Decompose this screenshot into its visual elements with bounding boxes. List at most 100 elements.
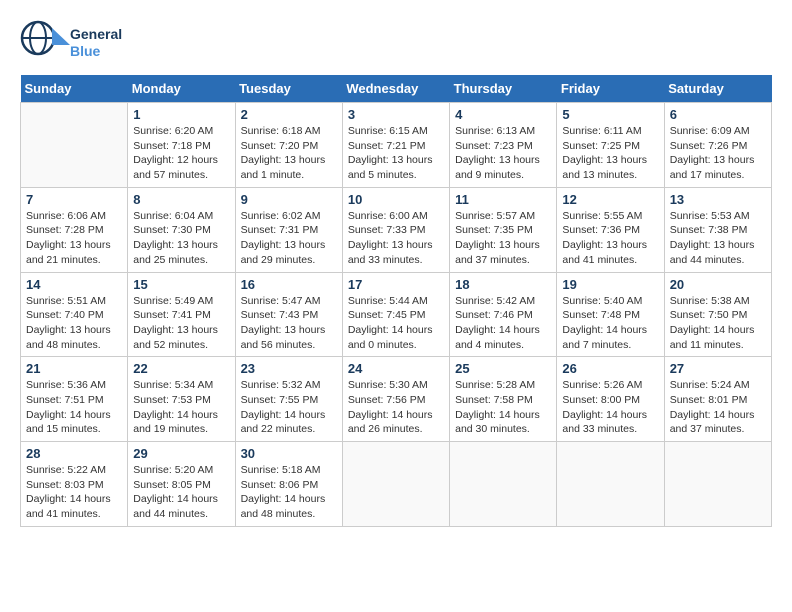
day-number: 26: [562, 361, 658, 376]
day-cell: [450, 442, 557, 527]
day-info: Sunrise: 5:26 AM Sunset: 8:00 PM Dayligh…: [562, 378, 658, 437]
day-cell: 17Sunrise: 5:44 AM Sunset: 7:45 PM Dayli…: [342, 272, 449, 357]
day-number: 15: [133, 277, 229, 292]
day-cell: 24Sunrise: 5:30 AM Sunset: 7:56 PM Dayli…: [342, 357, 449, 442]
week-row-4: 21 Sunrise: 5:36 AM Sunset: 7:51 PM Dayli…: [21, 357, 772, 442]
col-header-tuesday: Tuesday: [235, 75, 342, 103]
col-header-monday: Monday: [128, 75, 235, 103]
day-cell: 3 Sunrise: 6:15 AM Sunset: 7:21 PM Daylig…: [342, 103, 449, 188]
day-cell: 2Sunrise: 6:18 AM Sunset: 7:20 PM Daylig…: [235, 103, 342, 188]
day-info: Sunrise: 6:06 AM Sunset: 7:28 PM Dayligh…: [26, 209, 122, 268]
day-cell: 26 Sunrise: 5:26 AM Sunset: 8:00 PM Dayli…: [557, 357, 664, 442]
day-info: Sunrise: 5:28 AM Sunset: 7:58 PM Dayligh…: [455, 378, 551, 437]
day-info: Sunrise: 5:22 AM Sunset: 8:03 PM Dayligh…: [26, 463, 122, 522]
day-number: 5: [562, 107, 658, 122]
day-cell: 23 Sunrise: 5:32 AM Sunset: 7:55 PM Dayli…: [235, 357, 342, 442]
logo: GeneralBlue: [20, 20, 122, 65]
day-number: 30: [241, 446, 337, 461]
day-cell: 8 Sunrise: 6:04 AM Sunset: 7:30 PM Daylig…: [128, 187, 235, 272]
day-number: 8: [133, 192, 229, 207]
page-header: GeneralBlue: [20, 20, 772, 65]
day-info: Sunrise: 5:38 AM Sunset: 7:50 PM Dayligh…: [670, 294, 766, 353]
day-cell: 21 Sunrise: 5:36 AM Sunset: 7:51 PM Dayli…: [21, 357, 128, 442]
day-info: Sunrise: 5:55 AM Sunset: 7:36 PM Dayligh…: [562, 209, 658, 268]
day-number: 6: [670, 107, 766, 122]
day-cell: 16 Sunrise: 5:47 AM Sunset: 7:43 PM Dayli…: [235, 272, 342, 357]
day-number: 29: [133, 446, 229, 461]
day-number: 11: [455, 192, 551, 207]
day-number: 28: [26, 446, 122, 461]
day-cell: 20 Sunrise: 5:38 AM Sunset: 7:50 PM Dayli…: [664, 272, 771, 357]
day-number: 3: [348, 107, 444, 122]
day-info: Sunrise: 5:18 AM Sunset: 8:06 PM Dayligh…: [241, 463, 337, 522]
day-info: Sunrise: 5:42 AM Sunset: 7:46 PM Dayligh…: [455, 294, 551, 353]
col-header-saturday: Saturday: [664, 75, 771, 103]
day-number: 1: [133, 107, 229, 122]
header-row: SundayMondayTuesdayWednesdayThursdayFrid…: [21, 75, 772, 103]
day-number: 9: [241, 192, 337, 207]
day-cell: [664, 442, 771, 527]
day-number: 18: [455, 277, 551, 292]
week-row-1: 1 Sunrise: 6:20 AM Sunset: 7:18 PM Daylig…: [21, 103, 772, 188]
day-number: 14: [26, 277, 122, 292]
day-info: Sunrise: 5:30 AM Sunset: 7:56 PM Dayligh…: [348, 378, 444, 437]
week-row-5: 28 Sunrise: 5:22 AM Sunset: 8:03 PM Dayli…: [21, 442, 772, 527]
day-info: Sunrise: 5:20 AM Sunset: 8:05 PM Dayligh…: [133, 463, 229, 522]
day-number: 23: [241, 361, 337, 376]
day-number: 16: [241, 277, 337, 292]
day-cell: 14 Sunrise: 5:51 AM Sunset: 7:40 PM Dayli…: [21, 272, 128, 357]
day-info: Sunrise: 6:20 AM Sunset: 7:18 PM Dayligh…: [133, 124, 229, 183]
week-row-2: 7 Sunrise: 6:06 AM Sunset: 7:28 PM Daylig…: [21, 187, 772, 272]
logo-text: GeneralBlue: [70, 26, 122, 60]
day-cell: 18 Sunrise: 5:42 AM Sunset: 7:46 PM Dayli…: [450, 272, 557, 357]
col-header-thursday: Thursday: [450, 75, 557, 103]
week-row-3: 14 Sunrise: 5:51 AM Sunset: 7:40 PM Dayli…: [21, 272, 772, 357]
day-info: Sunrise: 5:57 AM Sunset: 7:35 PM Dayligh…: [455, 209, 551, 268]
day-info: Sunrise: 6:00 AM Sunset: 7:33 PM Dayligh…: [348, 209, 444, 268]
day-number: 7: [26, 192, 122, 207]
col-header-sunday: Sunday: [21, 75, 128, 103]
day-number: 10: [348, 192, 444, 207]
day-cell: 25 Sunrise: 5:28 AM Sunset: 7:58 PM Dayli…: [450, 357, 557, 442]
day-cell: [21, 103, 128, 188]
day-number: 2: [241, 107, 337, 122]
day-info: Sunrise: 6:15 AM Sunset: 7:21 PM Dayligh…: [348, 124, 444, 183]
day-info: Sunrise: 5:24 AM Sunset: 8:01 PM Dayligh…: [670, 378, 766, 437]
day-number: 4: [455, 107, 551, 122]
day-info: Sunrise: 6:13 AM Sunset: 7:23 PM Dayligh…: [455, 124, 551, 183]
day-info: Sunrise: 5:32 AM Sunset: 7:55 PM Dayligh…: [241, 378, 337, 437]
day-info: Sunrise: 5:44 AM Sunset: 7:45 PM Dayligh…: [348, 294, 444, 353]
day-number: 21: [26, 361, 122, 376]
day-info: Sunrise: 5:53 AM Sunset: 7:38 PM Dayligh…: [670, 209, 766, 268]
day-number: 22: [133, 361, 229, 376]
day-cell: 29 Sunrise: 5:20 AM Sunset: 8:05 PM Dayli…: [128, 442, 235, 527]
day-cell: 12 Sunrise: 5:55 AM Sunset: 7:36 PM Dayli…: [557, 187, 664, 272]
calendar-table: SundayMondayTuesdayWednesdayThursdayFrid…: [20, 75, 772, 527]
day-info: Sunrise: 6:09 AM Sunset: 7:26 PM Dayligh…: [670, 124, 766, 183]
day-info: Sunrise: 5:36 AM Sunset: 7:51 PM Dayligh…: [26, 378, 122, 437]
day-number: 25: [455, 361, 551, 376]
day-cell: 9 Sunrise: 6:02 AM Sunset: 7:31 PM Daylig…: [235, 187, 342, 272]
day-cell: 19Sunrise: 5:40 AM Sunset: 7:48 PM Dayli…: [557, 272, 664, 357]
day-info: Sunrise: 5:34 AM Sunset: 7:53 PM Dayligh…: [133, 378, 229, 437]
day-info: Sunrise: 6:02 AM Sunset: 7:31 PM Dayligh…: [241, 209, 337, 268]
day-info: Sunrise: 5:49 AM Sunset: 7:41 PM Dayligh…: [133, 294, 229, 353]
day-cell: 7 Sunrise: 6:06 AM Sunset: 7:28 PM Daylig…: [21, 187, 128, 272]
day-number: 13: [670, 192, 766, 207]
day-cell: 6 Sunrise: 6:09 AM Sunset: 7:26 PM Daylig…: [664, 103, 771, 188]
day-cell: 15 Sunrise: 5:49 AM Sunset: 7:41 PM Dayli…: [128, 272, 235, 357]
day-cell: 10 Sunrise: 6:00 AM Sunset: 7:33 PM Dayli…: [342, 187, 449, 272]
day-number: 20: [670, 277, 766, 292]
day-cell: [342, 442, 449, 527]
col-header-friday: Friday: [557, 75, 664, 103]
day-cell: 13 Sunrise: 5:53 AM Sunset: 7:38 PM Dayli…: [664, 187, 771, 272]
day-info: Sunrise: 6:04 AM Sunset: 7:30 PM Dayligh…: [133, 209, 229, 268]
day-info: Sunrise: 5:47 AM Sunset: 7:43 PM Dayligh…: [241, 294, 337, 353]
day-cell: 27Sunrise: 5:24 AM Sunset: 8:01 PM Dayli…: [664, 357, 771, 442]
day-info: Sunrise: 5:51 AM Sunset: 7:40 PM Dayligh…: [26, 294, 122, 353]
day-cell: 11 Sunrise: 5:57 AM Sunset: 7:35 PM Dayli…: [450, 187, 557, 272]
day-number: 12: [562, 192, 658, 207]
col-header-wednesday: Wednesday: [342, 75, 449, 103]
day-number: 19: [562, 277, 658, 292]
day-info: Sunrise: 6:11 AM Sunset: 7:25 PM Dayligh…: [562, 124, 658, 183]
